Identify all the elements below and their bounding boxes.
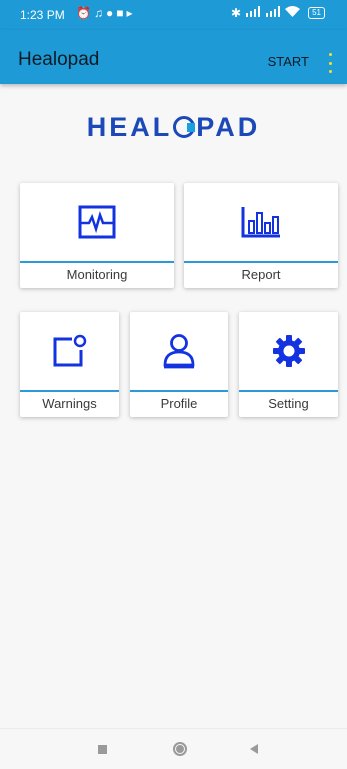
bluetooth-icon: ✱ [231, 6, 242, 20]
person-icon [163, 334, 195, 369]
back-button[interactable] [234, 729, 274, 769]
monitoring-tile[interactable]: Monitoring [20, 183, 174, 288]
status-time: 1:23 PM [20, 8, 65, 22]
warnings-label: Warnings [42, 396, 97, 411]
warnings-tile[interactable]: Warnings [20, 312, 119, 417]
wifi-icon [285, 6, 301, 20]
system-nav-bar [0, 728, 347, 769]
more-vert-icon[interactable] [323, 52, 337, 74]
logo-prefix: HEAL [86, 112, 173, 142]
video-icon: ■ [116, 6, 127, 20]
battery-icon: 51 [308, 7, 325, 19]
signal-icon [265, 6, 281, 20]
home-button[interactable] [160, 729, 200, 769]
monitoring-label: Monitoring [66, 267, 128, 282]
report-tile[interactable]: Report [184, 183, 338, 288]
headset-icon: ♫ [93, 6, 106, 20]
heart-monitor-icon [78, 205, 116, 239]
home-icon [173, 742, 187, 756]
play-icon: ▸ [126, 6, 136, 20]
profile-tile[interactable]: Profile [130, 312, 228, 417]
profile-icon-area [130, 312, 228, 392]
profile-label: Profile [160, 396, 198, 411]
report-label: Report [241, 267, 281, 282]
setting-tile[interactable]: Setting [239, 312, 338, 417]
warnings-icon-area [20, 312, 119, 392]
status-left-icons: ⏰♫●■▸ [76, 6, 135, 20]
report-icon-area [184, 183, 338, 263]
recent-apps-button[interactable] [82, 729, 122, 769]
bar-chart-icon [241, 207, 280, 238]
monitoring-icon-area [20, 183, 174, 263]
status-bar: 1:23 PM ⏰♫●■▸ ✱ 51 [0, 0, 347, 30]
healopad-logo: HEAL PAD [0, 112, 347, 143]
alarm-icon: ⏰ [76, 6, 94, 20]
app-title: Healopad [18, 49, 100, 70]
recent-apps-icon [97, 744, 107, 754]
app-bar: Healopad START [0, 30, 347, 84]
logo-mark [173, 116, 196, 138]
signal-icon [245, 6, 261, 20]
setting-icon-area [239, 312, 338, 392]
status-right-icons: ✱ 51 [231, 6, 325, 20]
logo-suffix: PAD [196, 112, 261, 142]
start-button[interactable]: START [268, 54, 309, 69]
back-icon [250, 744, 258, 754]
notification-icon [53, 334, 86, 367]
vpn-icon: ● [105, 6, 117, 20]
setting-label: Setting [268, 396, 309, 411]
gear-icon [272, 335, 305, 367]
